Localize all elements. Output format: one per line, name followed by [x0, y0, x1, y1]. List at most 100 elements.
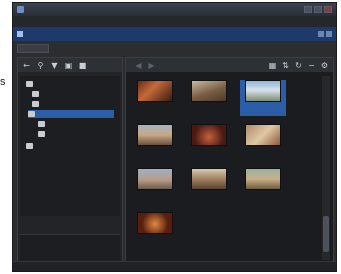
- folder-icon: [26, 81, 33, 87]
- back-arrow-icon[interactable]: ←: [22, 61, 31, 70]
- menu-item[interactable]: [97, 19, 109, 25]
- thumbnail[interactable]: [240, 168, 286, 204]
- app-icon: [17, 6, 24, 13]
- menu-item[interactable]: [137, 19, 149, 25]
- folder-icon: [38, 121, 45, 127]
- status-segment: [17, 264, 33, 269]
- minimize-button[interactable]: [304, 6, 312, 13]
- thumbnail-caption: [186, 197, 232, 201]
- folder-pane: ← ⚲ ▼ ▣ ■: [17, 57, 123, 269]
- thumbnail-caption: [240, 153, 286, 157]
- menu-item[interactable]: [37, 19, 49, 25]
- thumbnail[interactable]: [186, 124, 232, 160]
- thumbnail-image: [137, 80, 173, 102]
- thumbnail[interactable]: [186, 168, 232, 204]
- menu-item[interactable]: [57, 19, 69, 25]
- tree-item-label: [36, 143, 56, 149]
- thumbnail-image: [137, 124, 173, 146]
- folder-toolbar: ← ⚲ ▼ ▣ ■: [18, 58, 122, 72]
- settings-icon[interactable]: ⚙: [320, 61, 329, 70]
- folder-icon: [32, 101, 39, 107]
- status-segment: [89, 264, 105, 269]
- thumbnail[interactable]: [132, 212, 178, 248]
- lock-icon[interactable]: ■: [78, 61, 87, 70]
- thumbnail[interactable]: [132, 168, 178, 204]
- sort-icon[interactable]: ⇅: [281, 61, 290, 70]
- status-segment: [41, 264, 57, 269]
- thumbnail[interactable]: [240, 124, 286, 160]
- zoom-icon[interactable]: −: [307, 61, 316, 70]
- previous-icon[interactable]: ◀: [134, 61, 143, 70]
- document-tab-bar[interactable]: [13, 27, 336, 41]
- thumbnail-caption: [240, 148, 286, 152]
- folder-tree: [20, 76, 120, 216]
- tree-item[interactable]: [38, 130, 68, 138]
- thumbnail-caption: [132, 148, 178, 152]
- thumbnail-caption: [132, 109, 178, 113]
- side-letter: s: [0, 76, 6, 88]
- filter-icon[interactable]: ▼: [50, 61, 59, 70]
- title-bar: [13, 3, 336, 16]
- thumbnail-caption: [132, 197, 178, 201]
- thumbnail-caption: [186, 153, 232, 157]
- info-row: [20, 251, 120, 259]
- thumbnail-image: [191, 168, 227, 190]
- folder-icon: [32, 91, 39, 97]
- app-window: ← ⚲ ▼ ▣ ■ ◀ ▶ ▦ ⇅ ↻ − ⚙: [12, 2, 337, 272]
- menu-item[interactable]: [17, 19, 29, 25]
- info-row: [20, 235, 120, 243]
- tree-item[interactable]: [32, 90, 62, 98]
- thumbnail-image: [137, 168, 173, 190]
- next-icon[interactable]: ▶: [147, 61, 156, 70]
- thumbnail-grid: [132, 80, 318, 258]
- maximize-button[interactable]: [314, 6, 322, 13]
- thumbnail-image: [191, 124, 227, 146]
- tree-item-label: [38, 111, 58, 117]
- menu-item[interactable]: [77, 19, 89, 25]
- thumbnail-toolbar: ◀ ▶ ▦ ⇅ ↻ − ⚙: [126, 58, 333, 72]
- thumbnail[interactable]: [186, 80, 232, 116]
- info-row: [20, 243, 120, 251]
- scrollbar-thumb[interactable]: [323, 216, 329, 252]
- tree-item[interactable]: [26, 142, 56, 150]
- thumbnail-caption: [132, 104, 178, 108]
- thumbnail-image: [245, 80, 281, 102]
- thumbnail-image: [245, 168, 281, 190]
- close-document-button[interactable]: [326, 31, 332, 37]
- folder-icon: [28, 111, 35, 117]
- thumbnail-caption: [240, 109, 286, 113]
- vertical-scrollbar[interactable]: [322, 76, 330, 260]
- tree-item[interactable]: [38, 120, 68, 128]
- tree-item-label: [48, 121, 68, 127]
- grid-view-icon[interactable]: ▦: [268, 61, 277, 70]
- document-icon: [17, 31, 23, 37]
- tree-item-label: [42, 101, 62, 107]
- tree-item-selected[interactable]: [28, 110, 114, 118]
- thumbnail[interactable]: [132, 80, 178, 116]
- tree-item[interactable]: [26, 80, 56, 88]
- thumbnail-caption: [132, 153, 178, 157]
- menu-item[interactable]: [117, 19, 129, 25]
- restore-document-button[interactable]: [318, 31, 324, 37]
- tree-item-label: [36, 81, 56, 87]
- trash-icon[interactable]: ▣: [64, 61, 73, 70]
- thumbnail-caption: [240, 197, 286, 201]
- tree-item[interactable]: [32, 100, 62, 108]
- search-icon[interactable]: ⚲: [36, 61, 45, 70]
- thumbnail-caption: [240, 104, 286, 108]
- thumbnail-selected[interactable]: [240, 80, 286, 116]
- thumbnail-caption: [186, 148, 232, 152]
- thumbnail-caption: [186, 104, 232, 108]
- thumbnail-caption: [240, 192, 286, 196]
- thumbnail-image: [191, 80, 227, 102]
- tree-item-label: [42, 91, 62, 97]
- thumbnail-image: [137, 212, 173, 234]
- thumbnail[interactable]: [132, 124, 178, 160]
- thumbnail-caption: [132, 241, 178, 245]
- rotate-icon[interactable]: ↻: [294, 61, 303, 70]
- status-segment: [65, 264, 81, 269]
- tree-item-label: [48, 131, 68, 137]
- close-button[interactable]: [324, 6, 332, 13]
- breadcrumb[interactable]: [17, 44, 49, 53]
- folder-icon: [26, 143, 33, 149]
